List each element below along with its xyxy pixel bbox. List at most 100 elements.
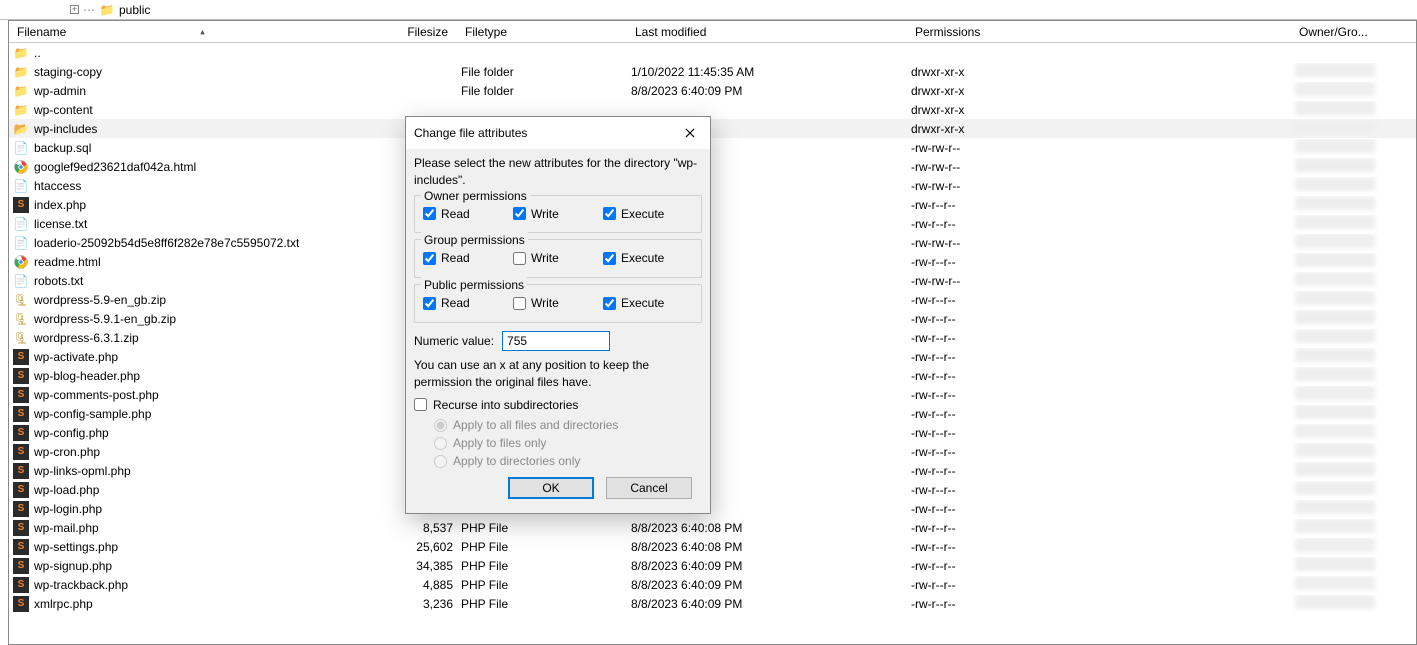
file-row[interactable]: Swp-signup.php34,385PHP File8/8/2023 6:4… — [9, 556, 1416, 575]
file-permissions: -rw-r--r-- — [907, 293, 1291, 307]
folder-tree-row[interactable]: + ⋯ 📁 public — [0, 0, 1417, 20]
numeric-value-input[interactable] — [502, 331, 610, 351]
file-name: index.php — [34, 198, 86, 212]
owner-value — [1295, 595, 1375, 609]
file-permissions: -rw-rw-r-- — [907, 179, 1291, 193]
close-button[interactable] — [678, 123, 702, 143]
file-permissions: -rw-r--r-- — [907, 217, 1291, 231]
file-permissions: drwxr-xr-x — [907, 122, 1291, 136]
group-execute-checkbox[interactable]: Execute — [603, 250, 693, 267]
folder-open-icon: 📂 — [13, 121, 29, 137]
owner-value — [1295, 177, 1375, 191]
file-name: wordpress-6.3.1.zip — [34, 331, 139, 345]
file-row[interactable]: Swp-mail.php8,537PHP File8/8/2023 6:40:0… — [9, 518, 1416, 537]
group-write-checkbox[interactable]: Write — [513, 250, 603, 267]
file-row[interactable]: Swp-trackback.php4,885PHP File8/8/2023 6… — [9, 575, 1416, 594]
file-name: backup.sql — [34, 141, 91, 155]
php-file-icon: S — [13, 501, 29, 517]
column-filesize[interactable]: Filesize — [397, 23, 457, 41]
recurse-checkbox[interactable]: Recurse into subdirectories — [414, 397, 702, 414]
file-row[interactable]: 📄htaccess3 PM-rw-rw-r-- — [9, 176, 1416, 195]
chrome-html-icon — [13, 254, 29, 270]
owner-value — [1295, 234, 1375, 248]
file-row[interactable]: Swp-activate.phpPM-rw-r--r-- — [9, 347, 1416, 366]
file-row[interactable]: 🗜wordpress-5.9.1-en_gb.zip20,93 PM-rw-r-… — [9, 309, 1416, 328]
apply-all-radio: Apply to all files and directories — [434, 417, 702, 434]
file-row[interactable]: Swp-comments-post.phpPM-rw-r--r-- — [9, 385, 1416, 404]
owner-value — [1295, 196, 1375, 210]
column-filename[interactable]: Filename▴ — [9, 23, 397, 41]
file-row[interactable]: readme.html6 PM-rw-r--r-- — [9, 252, 1416, 271]
file-row[interactable]: 📄loaderio-25092b54d5e8ff6f282e78e7c55950… — [9, 233, 1416, 252]
file-row[interactable]: googlef9ed23621daf042a.html3 PM-rw-rw-r-… — [9, 157, 1416, 176]
file-row[interactable]: 📁wp-adminFile folder8/8/2023 6:40:09 PMd… — [9, 81, 1416, 100]
dialog-instruction: Please select the new attributes for the… — [414, 155, 702, 189]
file-row[interactable]: Swp-cron.phpPM-rw-r--r-- — [9, 442, 1416, 461]
group-read-checkbox[interactable]: Read — [423, 250, 513, 267]
file-row[interactable]: Swp-login.phpPM-rw-r--r-- — [9, 499, 1416, 518]
file-name: readme.html — [34, 255, 101, 269]
dialog-titlebar[interactable]: Change file attributes — [406, 117, 710, 149]
file-permissions: -rw-r--r-- — [907, 312, 1291, 326]
file-row[interactable]: 📄robots.txt0 PM-rw-rw-r-- — [9, 271, 1416, 290]
file-row[interactable]: Sindex.php1 AM-rw-r--r-- — [9, 195, 1416, 214]
column-lastmod[interactable]: Last modified — [627, 23, 907, 41]
column-permissions[interactable]: Permissions — [907, 23, 1291, 41]
file-permissions: -rw-r--r-- — [907, 369, 1291, 383]
file-row[interactable]: 🗜wordpress-5.9-en_gb.zip53 AM-rw-r--r-- — [9, 290, 1416, 309]
file-row[interactable]: 📁staging-copyFile folder1/10/2022 11:45:… — [9, 62, 1416, 81]
file-name: xmlrpc.php — [34, 597, 93, 611]
file-icon: 📄 — [13, 273, 29, 289]
file-name: wp-blog-header.php — [34, 369, 140, 383]
file-icon: 📄 — [13, 235, 29, 251]
file-name: staging-copy — [34, 65, 102, 79]
column-filetype[interactable]: Filetype — [457, 23, 627, 41]
zip-file-icon: 🗜 — [13, 311, 29, 327]
file-modified: 1/10/2022 11:45:35 AM — [627, 65, 907, 79]
file-permissions: -rw-r--r-- — [907, 198, 1291, 212]
file-row[interactable]: Swp-config-sample.php5 AM-rw-r--r-- — [9, 404, 1416, 423]
folder-icon: 📁 — [99, 2, 115, 18]
owner-value — [1295, 500, 1375, 514]
file-permissions: drwxr-xr-x — [907, 103, 1291, 117]
php-file-icon: S — [13, 368, 29, 384]
apply-dirs-radio: Apply to directories only — [434, 453, 702, 470]
public-execute-checkbox[interactable]: Execute — [603, 295, 693, 312]
file-row[interactable]: 📁wp-contentdrwxr-xr-x — [9, 100, 1416, 119]
ok-button[interactable]: OK — [508, 477, 594, 499]
file-row[interactable]: Swp-config.phpPM-rw-r--r-- — [9, 423, 1416, 442]
public-read-checkbox[interactable]: Read — [423, 295, 513, 312]
public-write-checkbox[interactable]: Write — [513, 295, 603, 312]
file-modified: 8/8/2023 6:40:09 PM — [627, 578, 907, 592]
file-row[interactable]: Sxmlrpc.php3,236PHP File8/8/2023 6:40:09… — [9, 594, 1416, 613]
file-row[interactable]: Swp-load.phpPM-rw-r--r-- — [9, 480, 1416, 499]
owner-value — [1295, 82, 1375, 96]
file-row[interactable]: Swp-links-opml.php5 AM-rw-r--r-- — [9, 461, 1416, 480]
file-permissions: -rw-r--r-- — [907, 502, 1291, 516]
cancel-button[interactable]: Cancel — [606, 477, 692, 499]
file-row[interactable]: 📄backup.sql17,72 AM-rw-rw-r-- — [9, 138, 1416, 157]
file-row[interactable]: 📄license.txtPM-rw-r--r-- — [9, 214, 1416, 233]
file-permissions: -rw-r--r-- — [907, 559, 1291, 573]
apply-files-radio: Apply to files only — [434, 435, 702, 452]
file-type: File folder — [457, 84, 627, 98]
column-owner[interactable]: Owner/Gro... — [1291, 23, 1416, 41]
numeric-value-label: Numeric value: — [414, 333, 494, 350]
owner-execute-checkbox[interactable]: Execute — [603, 206, 693, 223]
file-row[interactable]: 🗜wordpress-6.3.1.zip14,55 PM-rw-r--r-- — [9, 328, 1416, 347]
file-row[interactable]: 📂wp-includesPMdrwxr-xr-x — [9, 119, 1416, 138]
file-row[interactable]: Swp-settings.php25,602PHP File8/8/2023 6… — [9, 537, 1416, 556]
tree-folder-name: public — [119, 3, 150, 17]
owner-write-checkbox[interactable]: Write — [513, 206, 603, 223]
owner-value — [1295, 405, 1375, 419]
file-row[interactable]: 📁.. — [9, 43, 1416, 62]
file-row[interactable]: Swp-blog-header.php1 AM-rw-r--r-- — [9, 366, 1416, 385]
owner-value — [1295, 120, 1375, 134]
owner-permissions-group: Owner permissions Read Write Execute — [414, 195, 702, 234]
php-file-icon: S — [13, 425, 29, 441]
group-legend: Group permissions — [421, 232, 528, 249]
owner-read-checkbox[interactable]: Read — [423, 206, 513, 223]
owner-value — [1295, 215, 1375, 229]
expand-icon[interactable]: + — [70, 5, 79, 14]
file-permissions: -rw-r--r-- — [907, 331, 1291, 345]
